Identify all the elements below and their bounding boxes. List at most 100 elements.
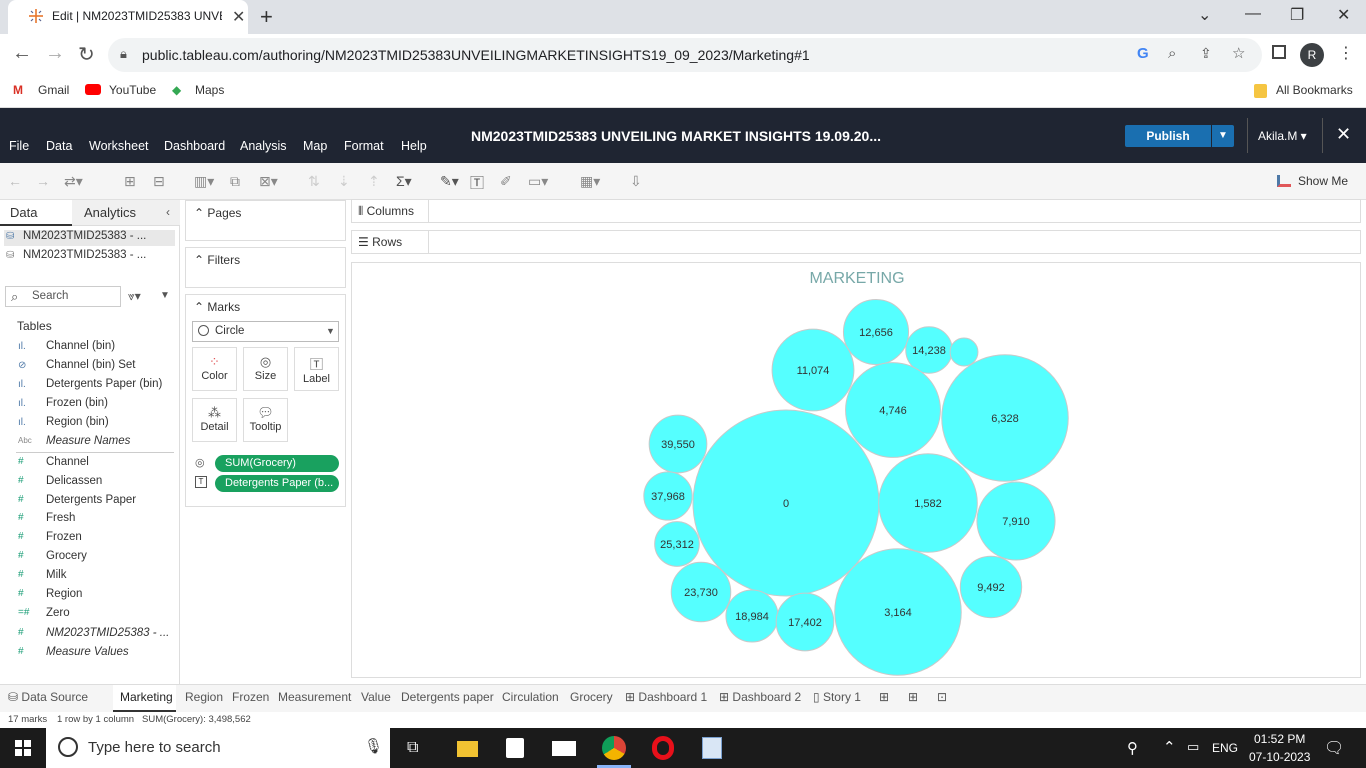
label-button[interactable]: 🅃︎ Label <box>294 347 339 391</box>
tab-detergents-paper[interactable]: Detergents paper <box>401 690 494 704</box>
rows-shelf[interactable]: ☰ Rows <box>351 230 1361 254</box>
tab-dashboard-2[interactable]: ⊞ Dashboard 2 <box>719 690 801 704</box>
field-channel[interactable]: Channel <box>46 456 89 468</box>
side-panel-icon[interactable] <box>1272 45 1286 59</box>
opera-icon[interactable] <box>652 736 674 760</box>
field-measure-names[interactable]: Measure Names <box>46 435 130 447</box>
menu-format[interactable]: Format <box>344 139 384 153</box>
field-detergents-bin[interactable]: Detergents Paper (bin) <box>46 378 162 390</box>
restore-icon[interactable]: ❐ <box>1290 5 1304 25</box>
datasource-item[interactable]: NM2023TMID25383 - ... <box>4 230 175 246</box>
close-tab-icon[interactable]: ✕ <box>232 7 245 27</box>
browser-tab[interactable]: Edit | NM2023TMID25383 UNVE ✕ <box>8 0 248 34</box>
menu-dashboard[interactable]: Dashboard <box>164 139 225 153</box>
people-icon[interactable]: ⚲ <box>1127 739 1138 757</box>
field-zero[interactable]: Zero <box>46 607 70 619</box>
new-dashboard-tab-icon[interactable]: ⊞ <box>908 690 918 704</box>
field-frozen[interactable]: Frozen <box>46 531 82 543</box>
tab-dashboard-1[interactable]: ⊞ Dashboard 1 <box>625 690 707 704</box>
show-labels-icon[interactable]: 🅃︎ <box>470 173 484 193</box>
filter-fields-icon[interactable]: ⩔▾ <box>128 289 141 304</box>
clock-time[interactable]: 01:52 PM <box>1254 732 1305 746</box>
network-icon[interactable]: ▭ <box>1187 739 1199 755</box>
format-icon[interactable]: ✐ <box>500 173 512 190</box>
sort-desc-icon[interactable]: ⇡ <box>368 173 380 190</box>
field-milk[interactable]: Milk <box>46 569 66 581</box>
publish-dropdown-icon[interactable]: ▼ <box>1212 125 1234 147</box>
field-channel-bin-set[interactable]: Channel (bin) Set <box>46 359 136 371</box>
size-button[interactable]: ◎ Size <box>243 347 288 391</box>
filters-card[interactable]: ⌃ Filters <box>185 247 346 288</box>
tray-chevron-icon[interactable]: ⌃ <box>1163 738 1176 756</box>
replay-icon[interactable]: ⇄▾ <box>64 173 83 190</box>
new-worksheet-tab-icon[interactable]: ⊞ <box>879 690 889 704</box>
duplicate-sheet-icon[interactable]: ⧉ <box>230 173 240 190</box>
user-menu[interactable]: Akila.M ▾ <box>1258 129 1307 143</box>
sort-asc-icon[interactable]: ⇣ <box>338 173 350 190</box>
field-frozen-bin[interactable]: Frozen (bin) <box>46 397 108 409</box>
url-text[interactable]: public.tableau.com/authoring/NM2023TMID2… <box>142 47 810 63</box>
taskbar-search[interactable]: Type here to search 🎙︎ <box>46 728 390 768</box>
close-editor-icon[interactable]: ✕ <box>1336 124 1351 145</box>
collapse-pane-icon[interactable]: ‹ <box>166 205 170 219</box>
highlight-icon[interactable]: ✎▾ <box>440 173 459 190</box>
field-detergents-paper[interactable]: Detergents Paper <box>46 494 136 506</box>
clock-date[interactable]: 07-10-2023 <box>1249 750 1310 764</box>
menu-analysis[interactable]: Analysis <box>240 139 287 153</box>
publish-button[interactable]: Publish <box>1125 125 1211 147</box>
notifications-icon[interactable]: 🗨︎ <box>1324 738 1344 758</box>
mark-type-select[interactable]: Circle <box>192 321 339 342</box>
workbook-title[interactable]: NM2023TMID25383 UNVEILING MARKET INSIGHT… <box>471 128 881 144</box>
new-tab-icon[interactable]: + <box>260 4 273 30</box>
search-input[interactable]: Search <box>5 286 121 307</box>
collapse-chevron-icon[interactable]: ⌃ <box>194 206 204 220</box>
mail-icon[interactable] <box>552 741 576 756</box>
pages-card[interactable]: ⌃ Pages <box>185 200 346 241</box>
tab-frozen[interactable]: Frozen <box>232 690 269 704</box>
chrome-icon[interactable] <box>602 736 626 760</box>
profile-avatar[interactable]: R <box>1300 43 1324 67</box>
redo-icon[interactable]: → <box>36 173 50 189</box>
microphone-icon[interactable]: 🎙︎ <box>364 737 383 755</box>
tab-circulation[interactable]: Circulation <box>502 690 559 704</box>
menu-worksheet[interactable]: Worksheet <box>89 139 149 153</box>
field-measure-values[interactable]: Measure Values <box>46 646 129 658</box>
field-region-bin[interactable]: Region (bin) <box>46 416 109 428</box>
tab-search-icon[interactable]: ⌄ <box>1198 5 1211 25</box>
field-grocery[interactable]: Grocery <box>46 550 87 562</box>
presentation-icon[interactable]: ▦▾ <box>580 173 600 190</box>
close-window-icon[interactable]: ✕ <box>1337 5 1350 25</box>
field-table-count[interactable]: NM2023TMID25383 - ... <box>46 627 169 639</box>
windows-start-icon[interactable] <box>15 740 31 756</box>
menu-help[interactable]: Help <box>401 139 427 153</box>
bookmark-star-icon[interactable]: ☆ <box>1232 44 1245 62</box>
google-icon[interactable]: G <box>1137 45 1149 62</box>
zoom-icon[interactable]: ⌕ <box>1168 45 1176 62</box>
tab-region[interactable]: Region <box>185 690 223 704</box>
store-icon[interactable] <box>506 738 524 758</box>
menu-file[interactable]: File <box>9 139 29 153</box>
data-source-tab[interactable]: ⛁ Data Source <box>8 690 88 704</box>
bookmark-maps[interactable]: Maps <box>195 83 224 97</box>
file-explorer-icon[interactable] <box>457 741 478 757</box>
tab-analytics[interactable]: Analytics <box>84 205 136 220</box>
fit-icon[interactable]: ▭▾ <box>528 173 548 190</box>
tab-data[interactable]: Data <box>10 205 37 220</box>
new-story-tab-icon[interactable]: ⊡ <box>937 690 947 704</box>
bookmark-youtube[interactable]: YouTube <box>109 83 156 97</box>
show-me-button[interactable]: Show Me <box>1298 174 1348 188</box>
bookmark-gmail[interactable]: Gmail <box>38 83 69 97</box>
tooltip-button[interactable]: 💬︎ Tooltip <box>243 398 288 442</box>
collapse-chevron-icon[interactable]: ⌃ <box>194 300 204 314</box>
download-icon[interactable]: ⇩ <box>630 173 642 190</box>
language-indicator[interactable]: ENG <box>1212 741 1238 755</box>
field-delicassen[interactable]: Delicassen <box>46 475 102 487</box>
datasource-item[interactable]: NM2023TMID25383 - ... <box>4 249 175 265</box>
new-worksheet-icon[interactable]: ▥▾ <box>194 173 214 190</box>
field-fresh[interactable]: Fresh <box>46 512 75 524</box>
clear-sheet-icon[interactable]: ⊠▾ <box>259 173 278 190</box>
tab-grocery[interactable]: Grocery <box>570 690 613 704</box>
collapse-chevron-icon[interactable]: ⌃ <box>194 253 204 267</box>
bubble-mark[interactable] <box>949 337 979 367</box>
undo-icon[interactable]: ← <box>8 173 22 189</box>
